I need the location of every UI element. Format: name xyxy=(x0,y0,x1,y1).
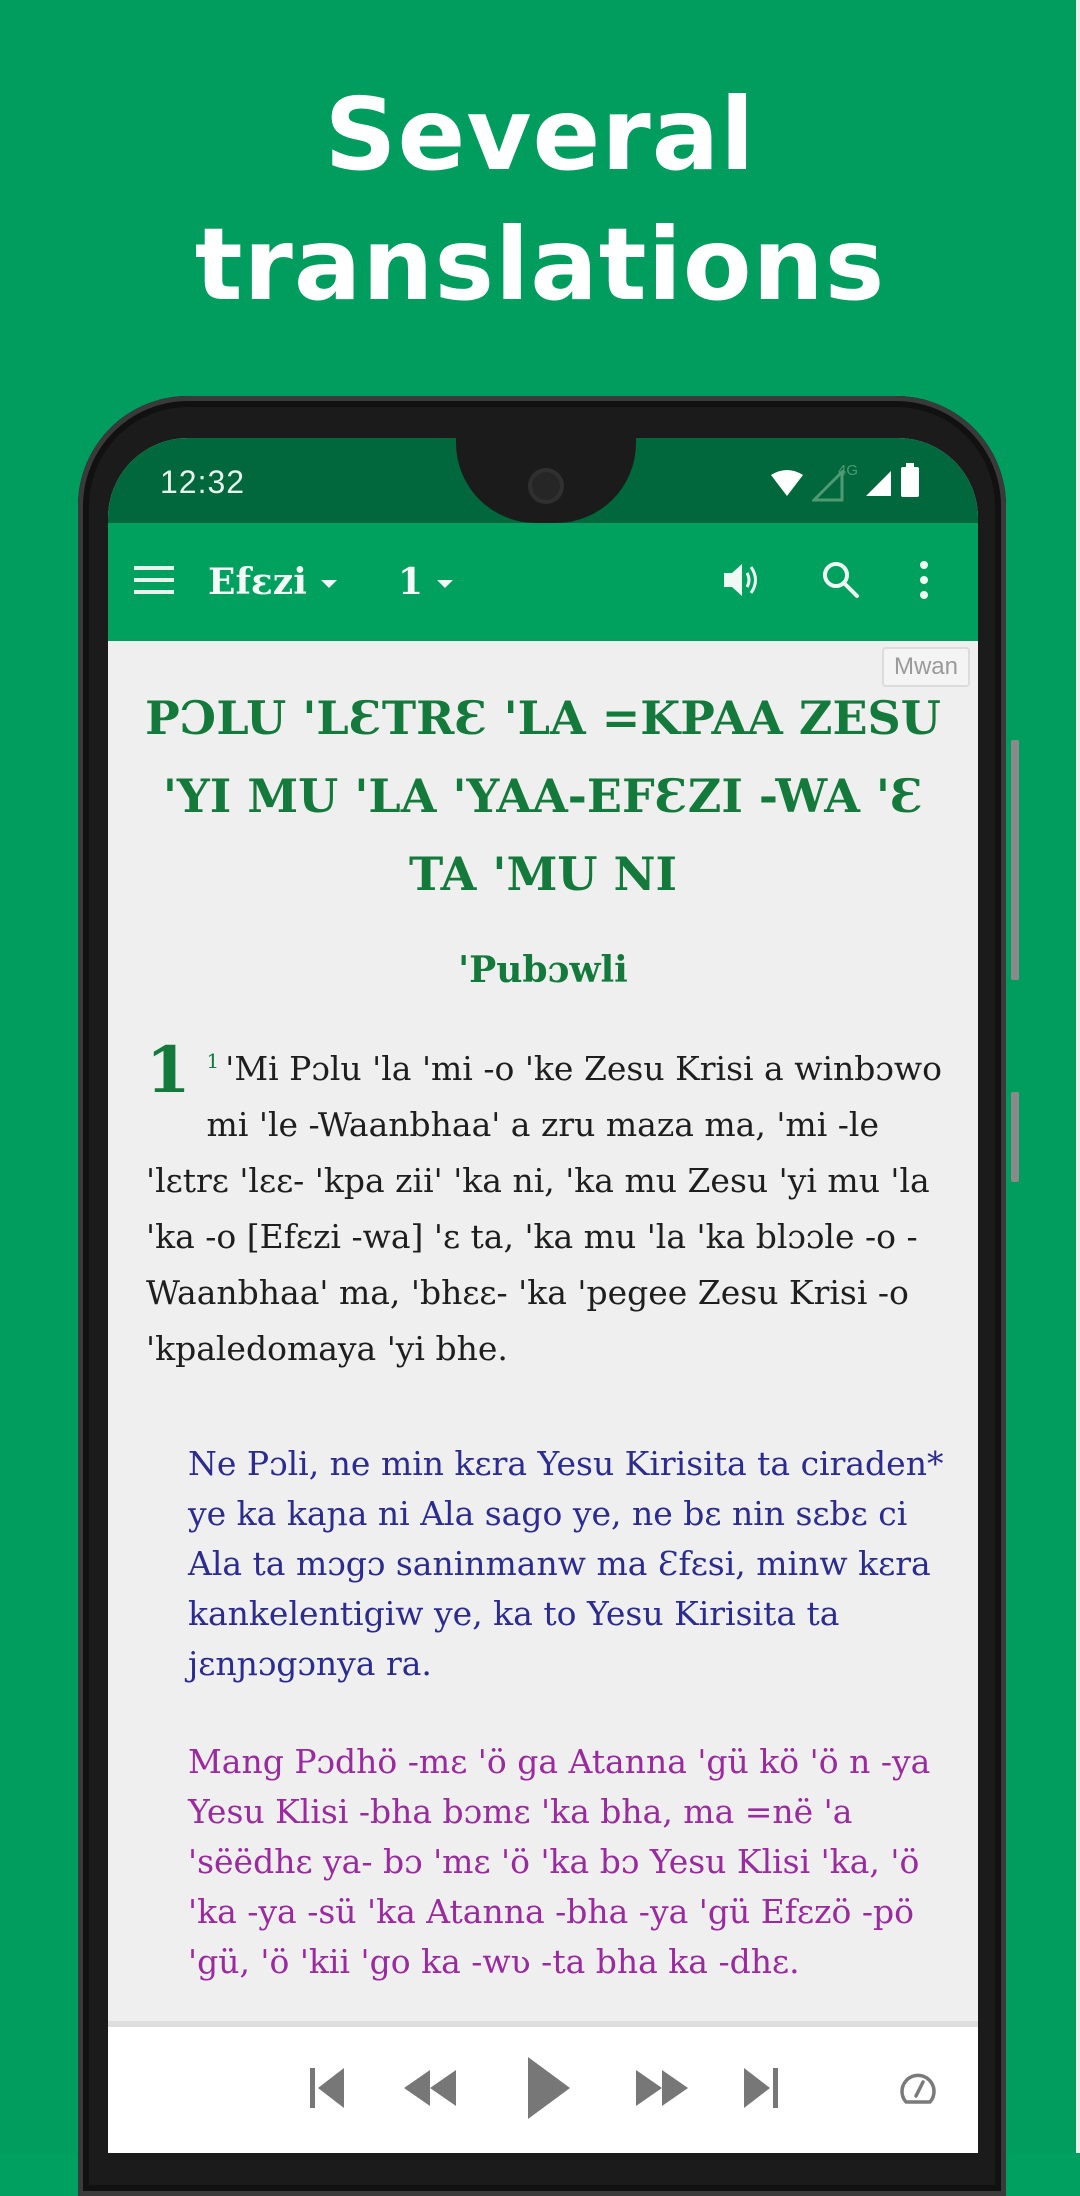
hamburger-menu-icon xyxy=(134,564,176,601)
fast-forward-icon xyxy=(632,2066,692,2115)
chapter-dropdown-caret-icon xyxy=(437,580,454,588)
more-vertical-icon xyxy=(918,560,930,605)
reading-pane[interactable]: Mwan PƆLU 'LƐTRƐ 'LA =KPAA ZESU 'YI MU '… xyxy=(108,641,978,2021)
phone-power-button xyxy=(1011,1092,1019,1182)
menu-button[interactable] xyxy=(134,523,176,641)
rewind-icon xyxy=(400,2066,460,2115)
skip-next-icon xyxy=(740,2066,780,2115)
rewind-button[interactable] xyxy=(400,2065,460,2115)
skip-to-start-button[interactable] xyxy=(308,2065,348,2115)
cell-signal-icon xyxy=(864,469,892,502)
promo-headline: Several translations xyxy=(0,70,1080,330)
network-type-label: 4G xyxy=(838,462,859,479)
promo-headline-line-2: translations xyxy=(194,206,886,323)
chapter-number: 1 xyxy=(398,561,424,603)
chapter-number-large: 1 xyxy=(146,1033,191,1108)
parallel-translation-bambara[interactable]: Ne Pɔli, ne min kɛra Yesu Kirisita ta ci… xyxy=(188,1439,948,1689)
battery-icon xyxy=(900,463,920,502)
wifi-icon xyxy=(770,469,804,502)
book-name: Efɛzi xyxy=(208,561,307,603)
status-icons: 4G xyxy=(770,462,920,502)
search-icon xyxy=(820,559,862,606)
skip-previous-icon xyxy=(308,2066,348,2115)
play-button[interactable] xyxy=(526,2055,572,2125)
fast-forward-button[interactable] xyxy=(632,2065,692,2115)
front-camera xyxy=(528,468,564,504)
app-toolbar: Efɛzi 1 xyxy=(108,523,978,641)
phone-volume-button xyxy=(1011,740,1019,980)
status-bar: 12:32 4G xyxy=(108,438,978,523)
book-dropdown-caret-icon xyxy=(320,580,337,588)
audio-button[interactable] xyxy=(720,523,764,641)
verse-number: 1 xyxy=(206,1049,220,1073)
verse-text: 'Mi Pɔlu 'la 'mi -o 'ke Zesu Krisi a win… xyxy=(146,1049,942,1368)
camera-notch xyxy=(456,438,636,523)
section-heading: 'Pubɔwli xyxy=(458,949,628,991)
playback-speed-button[interactable] xyxy=(898,2065,938,2115)
more-options-button[interactable] xyxy=(918,523,930,641)
promo-headline-line-1: Several xyxy=(324,76,756,193)
skip-to-end-button[interactable] xyxy=(740,2065,780,2115)
primary-verse[interactable]: 1 1 'Mi Pɔlu 'la 'mi -o 'ke Zesu Krisi a … xyxy=(146,1033,946,1377)
speaker-icon xyxy=(720,558,764,607)
speedometer-icon xyxy=(898,2068,938,2113)
search-button[interactable] xyxy=(820,523,862,641)
parallel-translation-dan[interactable]: Mang Pɔdhö -mɛ 'ö ga Atanna 'gü kö 'ö n … xyxy=(188,1737,948,1987)
book-title: PƆLU 'LƐTRƐ 'LA =KPAA ZESU 'YI MU 'LA 'Y… xyxy=(145,691,941,901)
audio-player-bar xyxy=(108,2021,978,2153)
play-icon xyxy=(526,2055,572,2126)
status-time: 12:32 xyxy=(160,464,246,500)
cell-signal-empty-icon: 4G xyxy=(812,462,858,502)
chapter-selector[interactable]: 1 xyxy=(398,523,454,641)
phone-screen: 12:32 4G Efɛzi 1 Mwan PƆLU 'LƐTRƐ 'LA =K… xyxy=(108,438,978,2153)
book-selector[interactable]: Efɛzi xyxy=(208,523,337,641)
